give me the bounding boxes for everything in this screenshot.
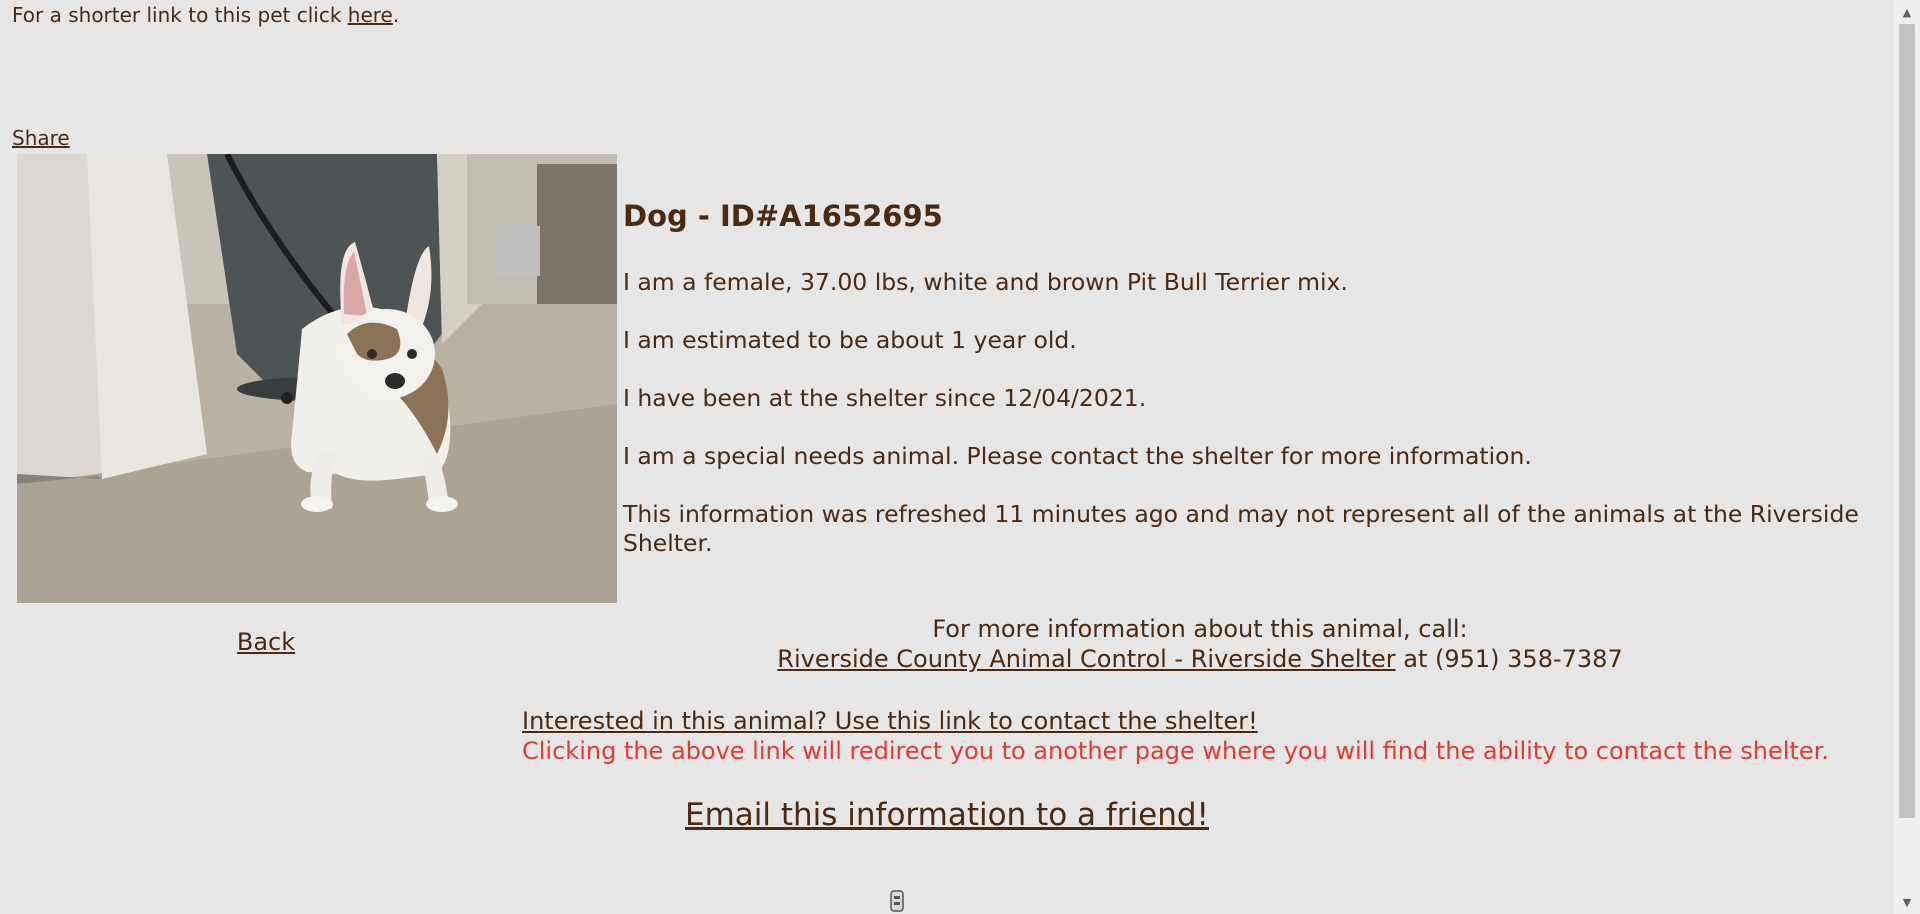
vertical-scrollbar[interactable]: ▲ ▼ [1894,0,1920,914]
shortlink-line: For a shorter link to this pet click her… [12,3,399,27]
shelter-name-link[interactable]: Riverside County Animal Control - Rivers… [777,645,1395,673]
interest-section: Interested in this animal? Use this link… [522,706,1829,766]
scroll-thumb[interactable] [1899,24,1915,818]
shelter-phone: at (951) 358-7387 [1395,645,1623,673]
pet-photo [17,154,617,603]
contact-info: For more information about this animal, … [522,614,1878,674]
contact-intro: For more information about this animal, … [932,615,1468,643]
shortlink-prefix: For a shorter link to this pet click [12,3,348,27]
pet-heading: Dog - ID#A1652695 [623,199,943,233]
pet-shelter-since: I have been at the shelter since 12/04/2… [623,384,1147,412]
share-link[interactable]: Share [12,126,70,150]
shortlink-suffix: . [392,3,400,27]
email-section: Email this information to a friend! [0,797,1894,833]
shortlink-here-link[interactable]: here [348,3,393,27]
contact-shelter-link[interactable]: Interested in this animal? Use this link… [522,707,1258,735]
pet-description: I am a female, 37.00 lbs, white and brow… [623,268,1348,296]
pet-age: I am estimated to be about 1 year old. [623,326,1077,354]
loading-spinner-icon [890,890,904,912]
redirect-warning: Clicking the above link will redirect yo… [522,737,1829,765]
scroll-up-icon[interactable]: ▲ [1894,3,1920,21]
scroll-down-icon[interactable]: ▼ [1894,893,1920,911]
pet-special-needs: I am a special needs animal. Please cont… [623,442,1532,470]
back-link[interactable]: Back [0,628,532,656]
email-friend-link[interactable]: Email this information to a friend! [685,797,1209,833]
contact-line: Riverside County Animal Control - Rivers… [522,644,1878,674]
pet-refresh-note: This information was refreshed 11 minute… [623,500,1859,557]
pet-details: Dog - ID#A1652695 I am a female, 37.00 l… [623,198,1863,587]
